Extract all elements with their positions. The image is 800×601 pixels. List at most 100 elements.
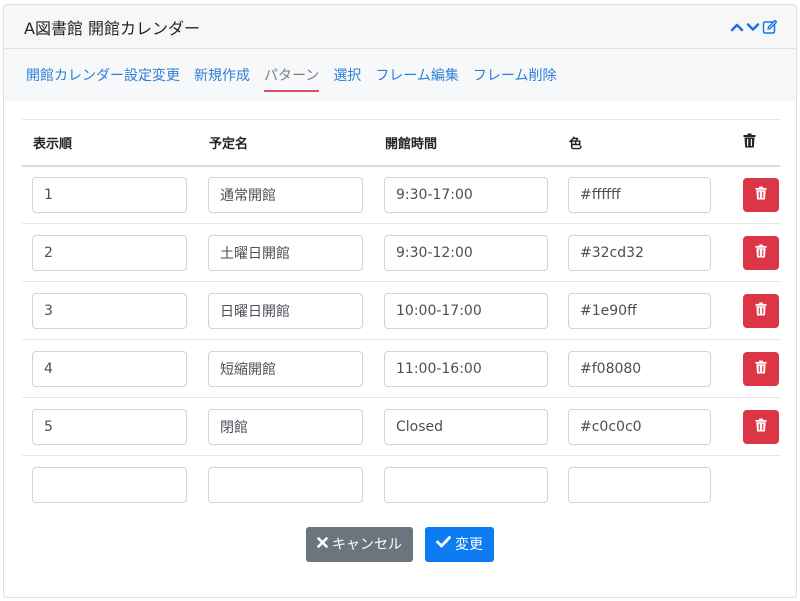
table-row (22, 456, 780, 514)
chevron-down-icon[interactable] (746, 20, 760, 34)
name-input[interactable] (208, 408, 363, 445)
cell-color (558, 223, 720, 282)
table-row (22, 281, 780, 340)
header-tools (730, 19, 778, 35)
card-header: A図書館 開館カレンダー (4, 5, 796, 49)
cell-delete (720, 456, 780, 514)
table-row (22, 397, 780, 456)
delete-row-button[interactable] (743, 293, 779, 328)
column-header-time: 開館時間 (374, 119, 558, 167)
cell-name (198, 165, 374, 224)
trash-icon (755, 360, 767, 377)
cell-color (558, 281, 720, 340)
cancel-button[interactable]: キャンセル (306, 526, 413, 562)
cell-time (374, 223, 558, 282)
cell-name (198, 397, 374, 456)
chevron-up-icon[interactable] (730, 20, 744, 34)
cell-delete (720, 165, 780, 224)
save-button[interactable]: 変更 (425, 526, 494, 562)
calendar-card: A図書館 開館カレンダー 開館カレンダー設定変更 新規作成 パターン 選択 フレ… (3, 4, 797, 598)
time-input[interactable] (384, 408, 548, 445)
cell-delete (720, 281, 780, 340)
nav-frame-edit[interactable]: フレーム編集 (375, 59, 459, 92)
column-header-order: 表示順 (22, 119, 198, 167)
color-input[interactable] (568, 466, 711, 503)
form-footer: キャンセル 変更 (22, 526, 778, 562)
order-input[interactable] (32, 350, 187, 387)
cell-name (198, 456, 374, 514)
table-header-row: 表示順 予定名 開館時間 色 (22, 119, 780, 167)
nav-frame-delete[interactable]: フレーム削除 (473, 59, 557, 92)
cell-delete (720, 339, 780, 398)
cell-name (198, 223, 374, 282)
cell-order (22, 456, 198, 514)
color-input[interactable] (568, 408, 711, 445)
name-input[interactable] (208, 176, 363, 213)
nav-select[interactable]: 選択 (333, 59, 361, 92)
page-title: A図書館 開館カレンダー (24, 18, 201, 38)
pattern-table: 表示順 予定名 開館時間 色 (22, 119, 780, 514)
cell-delete (720, 223, 780, 282)
trash-icon (755, 302, 767, 319)
time-input[interactable] (384, 176, 548, 213)
cell-time (374, 339, 558, 398)
column-header-delete (720, 119, 780, 167)
edit-icon[interactable] (762, 19, 778, 35)
cancel-button-label: キャンセル (332, 537, 402, 553)
check-icon (436, 536, 451, 552)
cell-time (374, 397, 558, 456)
name-input[interactable] (208, 292, 363, 329)
cell-order (22, 165, 198, 224)
cell-order (22, 397, 198, 456)
color-input[interactable] (568, 176, 711, 213)
trash-icon (755, 418, 767, 435)
table-row (22, 339, 780, 398)
x-icon (317, 536, 328, 552)
cell-color (558, 456, 720, 514)
cell-color (558, 339, 720, 398)
cell-delete (720, 397, 780, 456)
delete-row-button[interactable] (743, 235, 779, 270)
order-input[interactable] (32, 466, 187, 503)
name-input[interactable] (208, 466, 363, 503)
color-input[interactable] (568, 234, 711, 271)
cell-name (198, 281, 374, 340)
time-input[interactable] (384, 234, 548, 271)
cell-time (374, 456, 558, 514)
order-input[interactable] (32, 292, 187, 329)
order-input[interactable] (32, 176, 187, 213)
order-input[interactable] (32, 408, 187, 445)
save-button-label: 変更 (455, 537, 483, 553)
trash-icon (755, 186, 767, 203)
cell-time (374, 281, 558, 340)
name-input[interactable] (208, 234, 363, 271)
cell-time (374, 165, 558, 224)
cell-color (558, 397, 720, 456)
cell-order (22, 281, 198, 340)
nav-pattern[interactable]: パターン (264, 59, 320, 92)
time-input[interactable] (384, 292, 548, 329)
cell-order (22, 223, 198, 282)
cell-order (22, 339, 198, 398)
cell-name (198, 339, 374, 398)
name-input[interactable] (208, 350, 363, 387)
nav-calendar-settings[interactable]: 開館カレンダー設定変更 (26, 59, 180, 92)
color-input[interactable] (568, 350, 711, 387)
cell-color (558, 165, 720, 224)
time-input[interactable] (384, 350, 548, 387)
time-input[interactable] (384, 466, 548, 503)
delete-row-button[interactable] (743, 177, 779, 212)
column-header-name: 予定名 (198, 119, 374, 167)
delete-row-button[interactable] (743, 409, 779, 444)
table-row (22, 223, 780, 282)
nav-new[interactable]: 新規作成 (194, 59, 250, 92)
table-row (22, 165, 780, 224)
card-body: 表示順 予定名 開館時間 色 キャンセル (4, 101, 796, 562)
color-input[interactable] (568, 292, 711, 329)
column-header-color: 色 (558, 119, 720, 167)
order-input[interactable] (32, 234, 187, 271)
nav-tabs: 開館カレンダー設定変更 新規作成 パターン 選択 フレーム編集 フレーム削除 (4, 49, 796, 101)
delete-row-button[interactable] (743, 351, 779, 386)
trash-icon (755, 244, 767, 261)
trash-icon (743, 133, 756, 152)
